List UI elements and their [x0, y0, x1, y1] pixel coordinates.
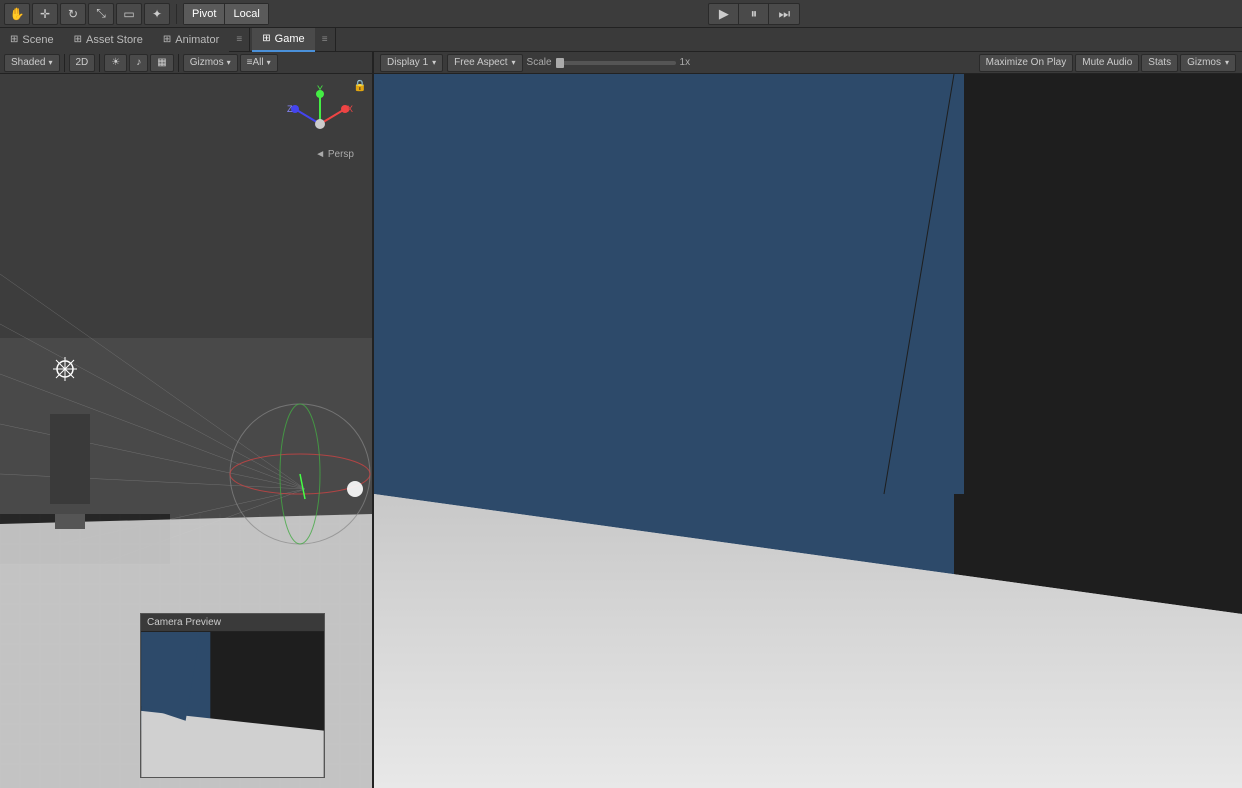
- play-btn[interactable]: ▶: [709, 3, 739, 25]
- scene-view[interactable]: X Y Z ◄ Persp 🔒 Ca: [0, 74, 372, 788]
- right-tab-section: ⊞ Game ≡: [252, 28, 335, 51]
- scene-toolbar: Shaded ▾ 2D ☀ ♪ ▦ Gizmos ▾ ≡All ▾: [0, 52, 372, 74]
- right-tabs-collapse[interactable]: ≡: [315, 34, 335, 45]
- divider-scene-3: [178, 54, 179, 72]
- display-dropdown[interactable]: Display 1 ▾: [380, 54, 443, 72]
- divider-scene-1: [64, 54, 65, 72]
- camera-preview-label: Camera Preview: [147, 617, 221, 628]
- lock-icon: 🔒: [353, 79, 367, 92]
- hand-tool-btn[interactable]: ✋: [4, 3, 30, 25]
- game-tab-icon: ⊞: [262, 33, 270, 44]
- toolbars-row: Shaded ▾ 2D ☀ ♪ ▦ Gizmos ▾ ≡All ▾ Displa…: [0, 52, 1242, 74]
- scene-tab-label: Scene: [22, 34, 53, 46]
- animator-tab-icon: ⊞: [163, 34, 171, 45]
- asset-tab-icon: ⊞: [74, 34, 82, 45]
- game-scene-svg: [374, 74, 1242, 788]
- stats-btn[interactable]: Stats: [1141, 54, 1178, 72]
- aspect-arrow: ▾: [512, 58, 516, 67]
- camera-preview-title: Camera Preview: [141, 614, 324, 632]
- all-arrow: ▾: [267, 58, 271, 67]
- left-tab-section: ⊞ Scene ⊞ Asset Store ⊞ Animator ≡: [0, 28, 250, 51]
- pause-btn[interactable]: ⏸: [739, 3, 769, 25]
- game-bg: [374, 74, 1242, 788]
- local-btn[interactable]: Local: [225, 4, 267, 24]
- step-btn[interactable]: ⏭: [769, 3, 799, 25]
- aspect-dropdown[interactable]: Free Aspect ▾: [447, 54, 522, 72]
- gizmos-game-btn[interactable]: Gizmos ▾: [1180, 54, 1236, 72]
- tab-animator[interactable]: ⊞ Animator: [153, 28, 229, 52]
- scale-value: 1x: [680, 57, 691, 68]
- gizmos-game-label: Gizmos: [1187, 57, 1221, 68]
- scene-inner: X Y Z ◄ Persp 🔒 Ca: [0, 74, 372, 788]
- move-tool-btn[interactable]: ✛: [32, 3, 58, 25]
- svg-text:Z: Z: [287, 104, 293, 114]
- mode-2d-btn[interactable]: 2D: [69, 54, 96, 72]
- pivot-btn[interactable]: Pivot: [184, 4, 225, 24]
- pivot-local-group: Pivot Local: [183, 3, 269, 25]
- multi-tool-btn[interactable]: ✦: [144, 3, 170, 25]
- scene-tab-icon: ⊞: [10, 34, 18, 45]
- play-controls: ▶ ⏸ ⏭: [708, 3, 800, 25]
- camera-preview-content: [141, 632, 324, 777]
- game-right-buttons: Maximize On Play Mute Audio Stats Gizmos…: [979, 54, 1236, 72]
- scale-tool-btn[interactable]: ⤡: [88, 3, 114, 25]
- svg-text:X: X: [347, 104, 353, 114]
- game-view[interactable]: [374, 74, 1242, 788]
- tab-scene[interactable]: ⊞ Scene: [0, 28, 64, 52]
- tabs-row: ⊞ Scene ⊞ Asset Store ⊞ Animator ≡ ⊞ Gam…: [0, 28, 1242, 52]
- all-label: ≡All: [247, 57, 264, 68]
- scale-slider[interactable]: [556, 61, 676, 65]
- left-tabs-collapse[interactable]: ≡: [229, 34, 249, 45]
- rect-tool-btn[interactable]: ▭: [116, 3, 142, 25]
- shading-arrow: ▾: [48, 58, 52, 67]
- gizmos-label: Gizmos: [190, 57, 224, 68]
- scale-container: Scale 1x: [527, 57, 975, 68]
- camera-preview-svg: [141, 632, 324, 777]
- shading-dropdown[interactable]: Shaded ▾: [4, 54, 60, 72]
- shading-label: Shaded: [11, 57, 45, 68]
- mute-audio-btn[interactable]: Mute Audio: [1075, 54, 1139, 72]
- maximize-on-play-btn[interactable]: Maximize On Play: [979, 54, 1074, 72]
- divider-scene-2: [99, 54, 100, 72]
- main-content: X Y Z ◄ Persp 🔒 Ca: [0, 74, 1242, 788]
- effects-btn[interactable]: ▦: [150, 54, 173, 72]
- display-label: Display 1: [387, 57, 428, 68]
- tab-asset-store[interactable]: ⊞ Asset Store: [64, 28, 153, 52]
- separator-1: [176, 4, 177, 24]
- gizmos-game-arrow: ▾: [1225, 58, 1229, 67]
- display-arrow: ▾: [432, 58, 436, 67]
- gizmos-btn[interactable]: Gizmos ▾: [183, 54, 238, 72]
- game-tab-label: Game: [275, 33, 305, 45]
- scale-slider-thumb: [556, 58, 564, 68]
- audio-btn[interactable]: ♪: [129, 54, 148, 72]
- all-btn[interactable]: ≡All ▾: [240, 54, 278, 72]
- top-toolbar: ✋ ✛ ↻ ⤡ ▭ ✦ Pivot Local ▶ ⏸ ⏭: [0, 0, 1242, 28]
- animator-tab-label: Animator: [175, 34, 219, 46]
- gizmos-arrow: ▾: [227, 58, 231, 67]
- lighting-btn[interactable]: ☀: [104, 54, 127, 72]
- asset-tab-label: Asset Store: [86, 34, 143, 46]
- camera-preview: Camera Preview: [140, 613, 325, 778]
- svg-text:Y: Y: [317, 84, 323, 94]
- aspect-label: Free Aspect: [454, 57, 507, 68]
- tab-game[interactable]: ⊞ Game: [252, 28, 314, 52]
- persp-label: ◄ Persp: [315, 149, 354, 160]
- game-toolbar: Display 1 ▾ Free Aspect ▾ Scale 1x Maxim…: [374, 52, 1242, 74]
- rotate-tool-btn[interactable]: ↻: [60, 3, 86, 25]
- scale-label: Scale: [527, 57, 552, 68]
